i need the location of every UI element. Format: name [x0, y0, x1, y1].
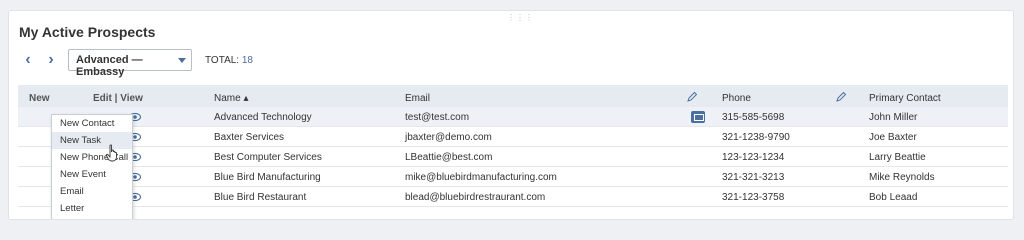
menu-item-new-contact[interactable]: New Contact — [52, 115, 132, 132]
hand-pointer-icon — [105, 144, 117, 162]
column-header-name[interactable]: Name ▴ — [214, 93, 248, 104]
prospect-email[interactable]: jbaxter@demo.com — [405, 132, 492, 143]
prospect-phone[interactable]: 315-585-5698 — [722, 112, 784, 123]
prospect-phone[interactable]: 321-123-3758 — [722, 192, 784, 203]
column-header-phone[interactable]: Phone — [722, 93, 751, 104]
chevron-down-icon — [178, 58, 186, 63]
prospect-phone[interactable]: 321-321-3213 — [722, 172, 784, 183]
previous-page-button[interactable]: ‹ — [21, 51, 35, 69]
envelope-icon[interactable] — [691, 111, 705, 123]
table-row[interactable]: Blue Bird Manufacturing mike@bluebirdman… — [18, 167, 1008, 187]
prospect-email[interactable]: LBeattie@best.com — [405, 152, 492, 163]
column-header-edit-view: Edit | View — [93, 93, 143, 104]
portlet-title: My Active Prospects — [19, 24, 156, 40]
prospect-primary-contact[interactable]: Joe Baxter — [869, 132, 917, 143]
menu-item-email[interactable]: Email — [52, 183, 132, 200]
column-header-primary-contact[interactable]: Primary Contact — [869, 93, 941, 104]
table-row[interactable]: Advanced Technology test@test.com 315-58… — [18, 107, 1008, 127]
prospect-name[interactable]: Blue Bird Manufacturing — [214, 172, 321, 183]
prospect-name[interactable]: Best Computer Services — [214, 152, 322, 163]
column-header-email[interactable]: Email — [405, 93, 430, 104]
menu-item-new-task[interactable]: New Task — [52, 132, 132, 149]
new-record-menu: New Contact New Task New Phone Call New … — [51, 114, 133, 219]
pencil-icon[interactable] — [686, 91, 698, 103]
prospect-email[interactable]: mike@bluebirdmanufacturing.com — [405, 172, 557, 183]
record-total: TOTAL: 18 — [205, 55, 253, 66]
prospect-phone[interactable]: 123-123-1234 — [722, 152, 784, 163]
prospect-email[interactable]: blead@bluebirdrestraurant.com — [405, 192, 545, 203]
menu-item-new-phone-call[interactable]: New Phone Call — [52, 149, 132, 166]
table-row[interactable]: Blue Bird Restaurant blead@bluebirdrestr… — [18, 187, 1008, 207]
prospect-name[interactable]: Baxter Services — [214, 132, 284, 143]
prospect-primary-contact[interactable]: John Miller — [869, 112, 917, 123]
total-count: 18 — [241, 55, 253, 66]
table-row-partial — [18, 207, 1008, 219]
saved-view-value: Advanced — Embassy — [76, 54, 143, 78]
prospect-primary-contact[interactable]: Larry Beattie — [869, 152, 926, 163]
pencil-icon[interactable] — [835, 91, 847, 103]
column-header-new: New — [29, 93, 50, 104]
total-label: TOTAL: — [205, 55, 240, 66]
active-prospects-portlet: ⋮⋮⋮ My Active Prospects ‹ › Advanced — E… — [8, 10, 1014, 220]
prospect-primary-contact[interactable]: Mike Reynolds — [869, 172, 935, 183]
menu-item-letter[interactable]: Letter — [52, 200, 132, 217]
prospect-primary-contact[interactable]: Bob Leaad — [869, 192, 917, 203]
prospect-name[interactable]: Advanced Technology — [214, 112, 312, 123]
saved-view-select[interactable]: Advanced — Embassy — [68, 49, 192, 78]
table-row[interactable]: Best Computer Services LBeattie@best.com… — [18, 147, 1008, 167]
menu-item-new-event[interactable]: New Event — [52, 166, 132, 183]
table-row[interactable]: Baxter Services jbaxter@demo.com 321-123… — [18, 127, 1008, 147]
prospect-name[interactable]: Blue Bird Restaurant — [214, 192, 306, 203]
prospect-phone[interactable]: 321-1238-9790 — [722, 132, 790, 143]
prospect-email[interactable]: test@test.com — [405, 112, 469, 123]
drag-handle[interactable]: ⋮⋮⋮ — [507, 14, 534, 22]
next-page-button[interactable]: › — [44, 51, 58, 69]
